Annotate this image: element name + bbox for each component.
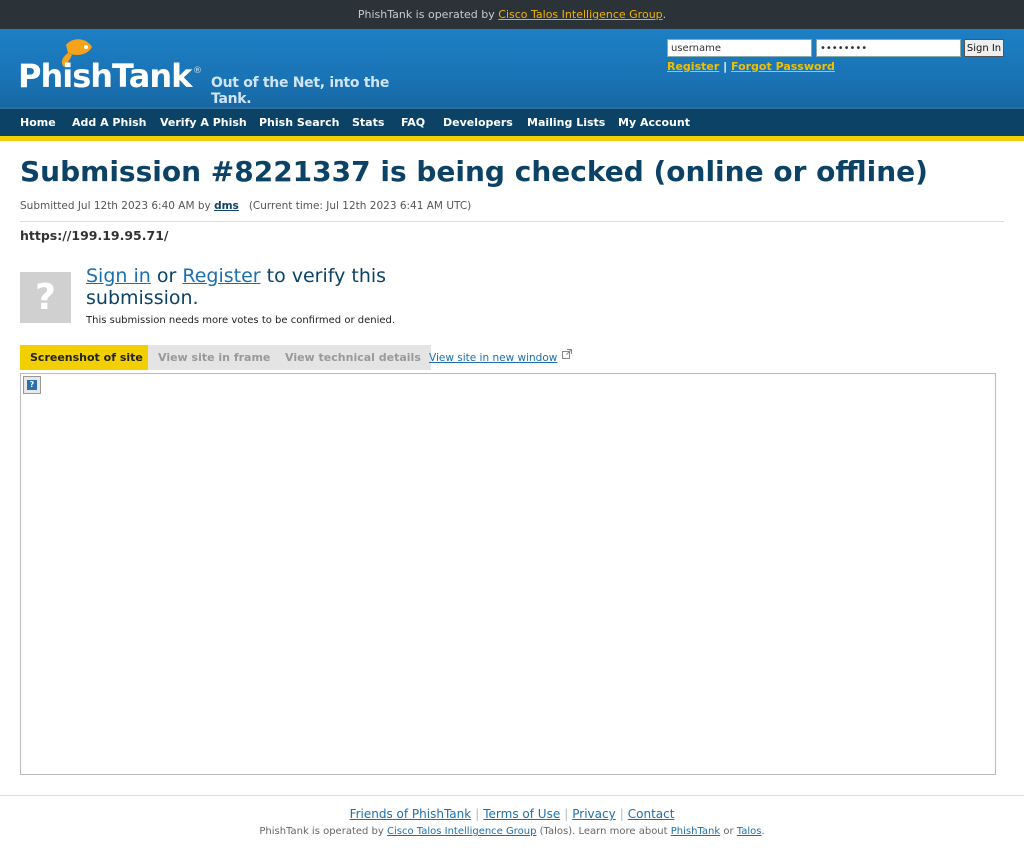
login-form: Sign In Register | Forgot Password [667, 39, 1007, 79]
nav-mailing-lists[interactable]: Mailing Lists [527, 109, 605, 136]
external-link-icon [562, 349, 573, 359]
footer-separator: | [564, 807, 569, 821]
cisco-talos-link[interactable]: Cisco Talos Intelligence Group [498, 8, 662, 21]
login-links: Register | Forgot Password [667, 60, 835, 73]
footer-end: . [761, 826, 765, 837]
nav-stats[interactable]: Stats [352, 109, 384, 136]
footer-friends-link[interactable]: Friends of PhishTank [350, 807, 472, 821]
submitter-link[interactable]: dms [214, 200, 239, 212]
nav-developers[interactable]: Developers [443, 109, 513, 136]
username-input[interactable] [667, 39, 812, 57]
footer-privacy-link[interactable]: Privacy [572, 807, 615, 821]
sign-in-link[interactable]: Sign in [86, 265, 151, 287]
phishtank-logo[interactable]: PhishTank ® Out of the Net, into the Tan… [18, 39, 398, 107]
register-link[interactable]: Register [667, 60, 719, 73]
password-input[interactable] [816, 39, 961, 57]
verify-prompt: Sign in or Register to verify this submi… [86, 265, 426, 309]
divider [20, 221, 1004, 222]
operator-prefix: PhishTank is operated by [357, 8, 495, 21]
operator-bar: PhishTank is operated by Cisco Talos Int… [0, 0, 1024, 29]
votes-note: This submission needs more votes to be c… [86, 315, 396, 326]
current-time: (Current time: Jul 12th 2023 6:41 AM UTC… [248, 200, 472, 212]
footer-operator: PhishTank is operated by Cisco Talos Int… [0, 826, 1024, 837]
logo-wordmark: PhishTank [18, 57, 192, 95]
nav-home[interactable]: Home [20, 109, 56, 136]
footer-talos-short-link[interactable]: Talos [737, 826, 762, 837]
nav-phish-search[interactable]: Phish Search [259, 109, 339, 136]
footer-contact-link[interactable]: Contact [628, 807, 675, 821]
screenshot-frame: ? [20, 373, 996, 775]
forgot-password-link[interactable]: Forgot Password [731, 60, 835, 73]
register-verify-link[interactable]: Register [182, 265, 260, 287]
submission-id: Submission #8221337 [20, 155, 371, 188]
tab-technical-details[interactable]: View technical details [275, 345, 431, 370]
submitted-text: Submitted Jul 12th 2023 6:40 AM by [20, 200, 211, 212]
logo-tagline: Out of the Net, into the Tank. [211, 75, 390, 107]
page-title: Submission #8221337 is being checked (on… [20, 155, 928, 188]
phish-url: https://199.19.95.71/ [20, 228, 169, 243]
site-header: PhishTank ® Out of the Net, into the Tan… [0, 29, 1024, 107]
sign-in-button[interactable]: Sign In [964, 39, 1004, 57]
nav-verify-a-phish[interactable]: Verify A Phish [160, 109, 247, 136]
new-window-label: View site in new window [429, 352, 558, 364]
nav-my-account[interactable]: My Account [618, 109, 690, 136]
main-nav: Home Add A Phish Verify A Phish Phish Se… [0, 107, 1024, 136]
nav-add-a-phish[interactable]: Add A Phish [72, 109, 146, 136]
footer-links: Friends of PhishTank | Terms of Use | Privac… [0, 807, 1024, 821]
footer-talos-link[interactable]: Cisco Talos Intelligence Group [387, 826, 536, 837]
broken-image-icon: ? [23, 376, 41, 394]
footer-operated-prefix: PhishTank is operated by [259, 826, 384, 837]
view-new-window-link[interactable]: View site in new window [429, 349, 573, 364]
operator-suffix: . [662, 8, 667, 21]
footer-or: or [723, 826, 734, 837]
footer-phishtank-link[interactable]: PhishTank [671, 826, 720, 837]
footer-separator: | [619, 807, 624, 821]
or-text: or [156, 265, 177, 287]
footer-separator: | [475, 807, 480, 821]
tab-screenshot[interactable]: Screenshot of site [20, 345, 153, 370]
submission-meta: Submitted Jul 12th 2023 6:40 AM by dms (… [20, 200, 471, 212]
unknown-status-icon: ? [20, 272, 71, 323]
nav-faq[interactable]: FAQ [401, 109, 425, 136]
login-links-separator: | [723, 60, 728, 73]
registered-mark: ® [193, 66, 202, 76]
nav-accent-line [0, 136, 1024, 141]
tab-view-in-frame[interactable]: View site in frame [148, 345, 281, 370]
submission-status: is being checked (online or offline) [380, 155, 928, 188]
footer-terms-link[interactable]: Terms of Use [483, 807, 560, 821]
footer-operated-mid: (Talos). Learn more about [539, 826, 668, 837]
footer-divider [0, 795, 1024, 796]
